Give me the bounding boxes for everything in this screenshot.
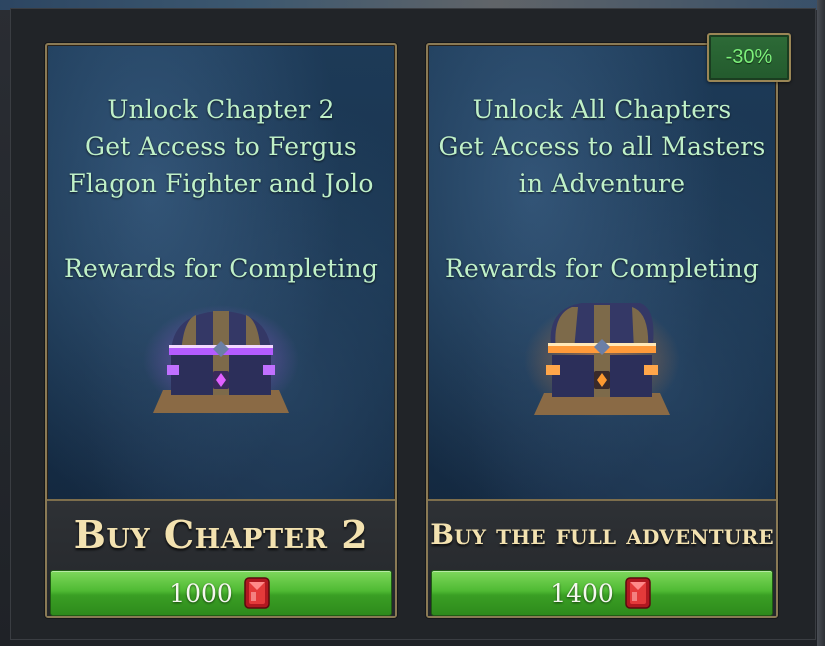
offer-line: Flagon Fighter and Jolo [68, 169, 374, 198]
discount-label: -30% [725, 46, 773, 68]
purple-treasure-chest-icon [143, 305, 299, 415]
discount-badge: -30% [707, 33, 791, 82]
offer-line: Unlock All Chapters [472, 95, 732, 124]
offer-footer: Buy the full adventure 1400 [428, 499, 776, 616]
offer-footer: Buy Chapter 2 1000 [47, 499, 395, 616]
price-label: 1000 [169, 578, 233, 608]
rewards-label: Rewards for Completing [444, 254, 760, 283]
offer-description: Unlock Chapter 2 Get Access to Fergus Fl… [47, 91, 395, 202]
rewards-label: Rewards for Completing [63, 254, 379, 283]
offer-description: Unlock All Chapters Get Access to all Ma… [428, 91, 776, 202]
offer-line: Unlock Chapter 2 [107, 95, 335, 124]
offer-line: Get Access to all Masters [438, 132, 766, 161]
buy-full-adventure-button[interactable]: 1400 [431, 570, 773, 616]
buy-chapter-title: Buy Chapter 2 [73, 512, 369, 557]
shop-window: Unlock Chapter 2 Get Access to Fergus Fl… [0, 0, 825, 646]
buy-full-adventure-title: Buy the full adventure [430, 518, 774, 551]
window-right-edge [817, 0, 825, 646]
offer-line: Get Access to Fergus [85, 132, 357, 161]
offer-card-full-adventure: Unlock All Chapters Get Access to all Ma… [426, 43, 778, 618]
red-gem-icon [244, 577, 270, 609]
offer-card-chapter-2: Unlock Chapter 2 Get Access to Fergus Fl… [45, 43, 397, 618]
buy-chapter-2-button[interactable]: 1000 [50, 570, 392, 616]
orange-treasure-chest-icon [524, 302, 680, 418]
red-gem-icon [625, 577, 651, 609]
offer-line: in Adventure [518, 169, 686, 198]
price-label: 1400 [550, 578, 614, 608]
